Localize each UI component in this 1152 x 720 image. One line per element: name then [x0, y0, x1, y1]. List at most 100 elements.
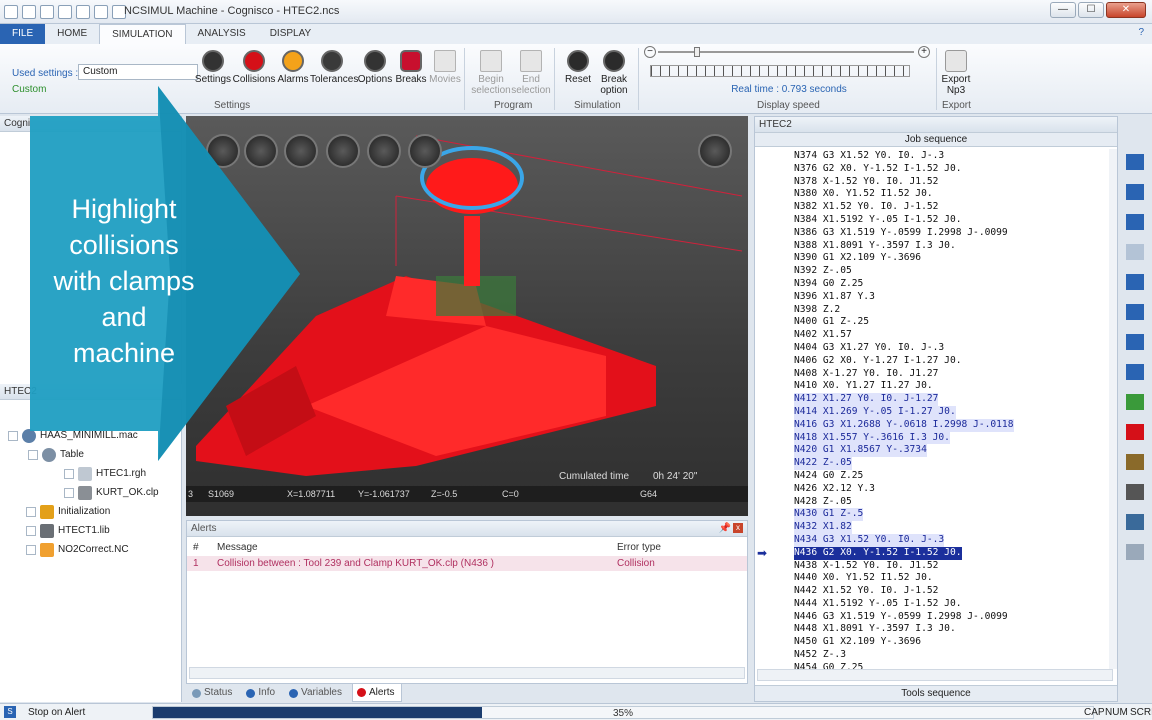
nc-line-row[interactable]: N394 G0 Z.25: [794, 277, 1110, 290]
nc-line-row[interactable]: N440 X0. Y1.52 I1.52 J0.: [794, 571, 1110, 584]
tolerances-button[interactable]: Tolerances: [310, 50, 358, 85]
edit-icon[interactable]: [1126, 454, 1144, 470]
tools-sequence-tab[interactable]: Tools sequence: [755, 685, 1117, 701]
add-breakpoint-icon[interactable]: [1126, 394, 1144, 410]
col-error-type[interactable]: Error type: [617, 541, 661, 555]
nc-line-row[interactable]: N436 G2 X0. Y-1.52 I-1.52 J0.: [794, 546, 1110, 560]
nc-vertical-scrollbar[interactable]: [1109, 149, 1117, 669]
rotate-view-icon[interactable]: [408, 134, 442, 168]
nc-line-row[interactable]: N424 G0 Z.25: [794, 469, 1110, 482]
settings-button[interactable]: Settings: [191, 50, 235, 85]
begin-selection-button[interactable]: Begin selection: [469, 50, 513, 96]
nc-line-row[interactable]: N406 G2 X0. Y-1.27 I-1.27 J0.: [794, 354, 1110, 367]
go-end-icon[interactable]: [1126, 334, 1144, 350]
nc-line-row[interactable]: N388 X1.8091 Y-.3597 I.3 J0.: [794, 239, 1110, 252]
select-icon[interactable]: [367, 134, 401, 168]
nc-line-row[interactable]: N432 X1.82: [794, 520, 1110, 534]
nc-line-row[interactable]: N446 G3 X1.519 Y-.0599 I.2998 J-.0099: [794, 610, 1110, 623]
nc-line-row[interactable]: N438 X-1.52 Y0. I0. J1.52: [794, 559, 1110, 572]
tab-analysis[interactable]: ANALYSIS: [186, 24, 258, 44]
nc-line-row[interactable]: N400 G1 Z-.25: [794, 315, 1110, 328]
collisions-button[interactable]: Collisions: [232, 50, 276, 85]
nc-line-row[interactable]: N392 Z-.05: [794, 264, 1110, 277]
break-option-button[interactable]: Break option: [592, 50, 636, 96]
visibility-checkbox[interactable]: [26, 544, 36, 555]
step-icon[interactable]: [1126, 244, 1144, 260]
alert-row[interactable]: 1 Collision between : Tool 239 and Clamp…: [187, 556, 747, 571]
search-icon[interactable]: [1126, 364, 1144, 380]
nc-line-row[interactable]: N452 Z-.3: [794, 648, 1110, 661]
speed-plus-button[interactable]: +: [918, 46, 930, 58]
speed-minus-button[interactable]: −: [644, 46, 656, 58]
col-message[interactable]: Message: [217, 541, 258, 555]
next-block-icon[interactable]: [1126, 304, 1144, 320]
tree-item-initialization[interactable]: Initialization: [0, 502, 182, 521]
tab-home[interactable]: HOME: [45, 24, 99, 44]
save-icon[interactable]: [1126, 514, 1144, 530]
nc-line-row[interactable]: N408 X-1.27 Y0. I0. J1.27: [794, 367, 1110, 380]
play-forward-icon[interactable]: [1126, 274, 1144, 290]
speed-slider-thumb[interactable]: [693, 47, 700, 57]
tab-status[interactable]: Status: [188, 684, 238, 702]
tree-item-nc-program[interactable]: NO2Correct.NC: [0, 540, 182, 559]
nc-line-row[interactable]: N382 X1.52 Y0. I0. J-1.52: [794, 200, 1110, 213]
job-sequence-tab[interactable]: Job sequence: [755, 133, 1117, 147]
undo-icon[interactable]: [76, 4, 90, 19]
stop-icon[interactable]: [40, 4, 54, 19]
nc-line-row[interactable]: N422 Z-.05: [794, 456, 1110, 470]
settings-icon[interactable]: [1126, 544, 1144, 560]
redo-icon[interactable]: [94, 4, 108, 19]
nc-line-row[interactable]: N390 G1 X2.109 Y-.3696: [794, 251, 1110, 264]
nc-line-row[interactable]: N428 Z-.05: [794, 495, 1110, 508]
visibility-checkbox[interactable]: [64, 468, 74, 479]
previous-block-icon[interactable]: [1126, 184, 1144, 200]
movies-button[interactable]: Movies: [423, 50, 467, 85]
alarms-button[interactable]: Alarms: [271, 50, 315, 85]
expand-toggle[interactable]: [8, 430, 18, 441]
nc-line-row[interactable]: N404 G3 X1.27 Y0. I0. J-.3: [794, 341, 1110, 354]
close-button[interactable]: ✕: [1106, 2, 1146, 18]
maximize-button[interactable]: ☐: [1078, 2, 1104, 18]
tab-info[interactable]: Info: [242, 684, 281, 702]
nc-line-row[interactable]: N386 G3 X1.519 Y-.0599 I.2998 J-.0099: [794, 226, 1110, 239]
tree-item-stock[interactable]: HTEC1.rgh: [0, 464, 182, 483]
nc-line-row[interactable]: N454 G0 Z.25: [794, 661, 1110, 669]
remove-breakpoint-icon[interactable]: [1126, 424, 1144, 440]
nc-line-row[interactable]: N434 G3 X1.52 Y0. I0. J-.3: [794, 533, 1110, 547]
nc-line-row[interactable]: N402 X1.57: [794, 328, 1110, 341]
tree-item-clamp[interactable]: KURT_OK.clp: [0, 483, 182, 502]
visibility-checkbox[interactable]: [26, 506, 36, 517]
nc-line-row[interactable]: N414 X1.269 Y-.05 I-1.27 J0.: [794, 405, 1110, 419]
nc-line-row[interactable]: N416 G3 X1.2688 Y-.0618 I.2998 J-.0118: [794, 418, 1110, 432]
export-np3-button[interactable]: Export Np3: [934, 50, 978, 96]
save-icon[interactable]: [58, 4, 72, 19]
tab-variables[interactable]: Variables: [285, 684, 348, 702]
new-file-icon[interactable]: [22, 4, 36, 19]
nc-line-row[interactable]: N410 X0. Y1.27 I1.27 J0.: [794, 379, 1110, 392]
help-icon[interactable]: ?: [1138, 27, 1144, 38]
tab-alerts[interactable]: Alerts: [352, 684, 402, 702]
nc-horizontal-scrollbar[interactable]: [757, 669, 1113, 681]
nc-line-row[interactable]: N448 X1.8091 Y-.3597 I.3 J0.: [794, 622, 1110, 635]
nc-line-row[interactable]: N426 X2.12 Y.3: [794, 482, 1110, 495]
nc-line-row[interactable]: N380 X0. Y1.52 I1.52 J0.: [794, 187, 1110, 200]
nc-line-row[interactable]: N378 X-1.52 Y0. I0. J1.52: [794, 175, 1110, 188]
nc-line-row[interactable]: N450 G1 X2.109 Y-.3696: [794, 635, 1110, 648]
end-selection-button[interactable]: End selection: [509, 50, 553, 96]
nc-line-row[interactable]: N376 G2 X0. Y-1.52 I-1.52 J0.: [794, 162, 1110, 175]
zoom-icon[interactable]: [326, 134, 360, 168]
nc-line-row[interactable]: N412 X1.27 Y0. I0. J-1.27: [794, 392, 1110, 406]
pin-icon[interactable]: 📌: [719, 523, 731, 534]
tab-simulation[interactable]: SIMULATION: [99, 24, 186, 44]
nc-line-row[interactable]: N374 G3 X1.52 Y0. I0. J-.3: [794, 149, 1110, 162]
tab-file[interactable]: FILE: [0, 24, 46, 44]
pencil-icon[interactable]: [1126, 484, 1144, 500]
step-back-icon[interactable]: [1126, 214, 1144, 230]
visibility-checkbox[interactable]: [26, 525, 36, 536]
nc-line-row[interactable]: N420 G1 X1.8567 Y-.3734: [794, 443, 1110, 458]
tab-display[interactable]: DISPLAY: [258, 24, 324, 44]
nc-code-list[interactable]: N374 G3 X1.52 Y0. I0. J-.3 N376 G2 X0. Y-…: [794, 149, 1110, 669]
nc-line-row[interactable]: N444 X1.5192 Y-.05 I-1.52 J0.: [794, 597, 1110, 610]
go-start-icon[interactable]: [1126, 154, 1144, 170]
nc-line-row[interactable]: N442 X1.52 Y0. I0. J-1.52: [794, 584, 1110, 597]
